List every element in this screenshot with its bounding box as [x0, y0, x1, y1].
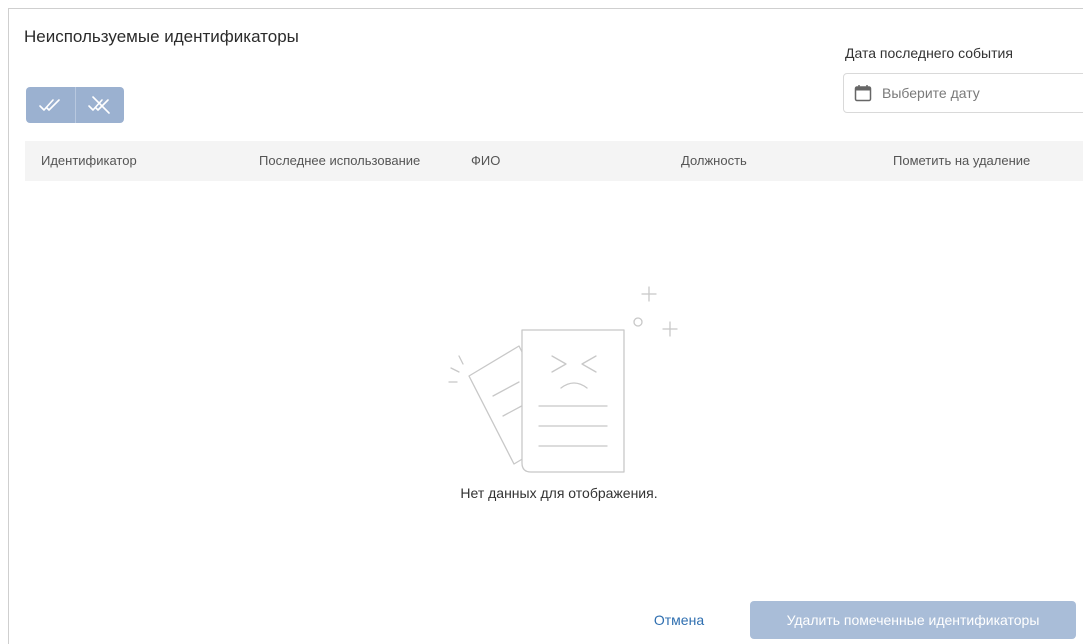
cancel-button[interactable]: Отмена	[639, 602, 719, 638]
table-header: Идентификатор Последнее использование ФИ…	[25, 141, 1083, 181]
select-all-button[interactable]	[26, 87, 75, 123]
dialog-title: Неиспользуемые идентификаторы	[24, 27, 299, 46]
double-check-icon	[38, 99, 60, 111]
delete-marked-button[interactable]: Удалить помеченные идентификаторы	[750, 601, 1076, 639]
column-header-position[interactable]: Должность	[681, 153, 747, 168]
empty-state-message: Нет данных для отображения.	[460, 485, 658, 501]
column-header-mark-for-deletion[interactable]: Пометить на удаление	[893, 153, 1030, 168]
column-header-identifier[interactable]: Идентификатор	[41, 153, 137, 168]
column-header-full-name[interactable]: ФИО	[471, 153, 500, 168]
date-input[interactable]	[882, 85, 1062, 101]
unused-identifiers-dialog: Неиспользуемые идентификаторы Дата после…	[8, 8, 1083, 644]
date-picker[interactable]	[843, 73, 1083, 113]
date-filter-label: Дата последнего события	[845, 45, 1013, 61]
empty-document-icon	[429, 284, 689, 474]
bulk-select-group	[26, 87, 124, 123]
column-header-last-used[interactable]: Последнее использование	[259, 153, 420, 168]
deselect-all-button[interactable]	[75, 87, 124, 123]
double-check-crossed-icon	[88, 96, 110, 114]
calendar-icon	[854, 84, 872, 102]
